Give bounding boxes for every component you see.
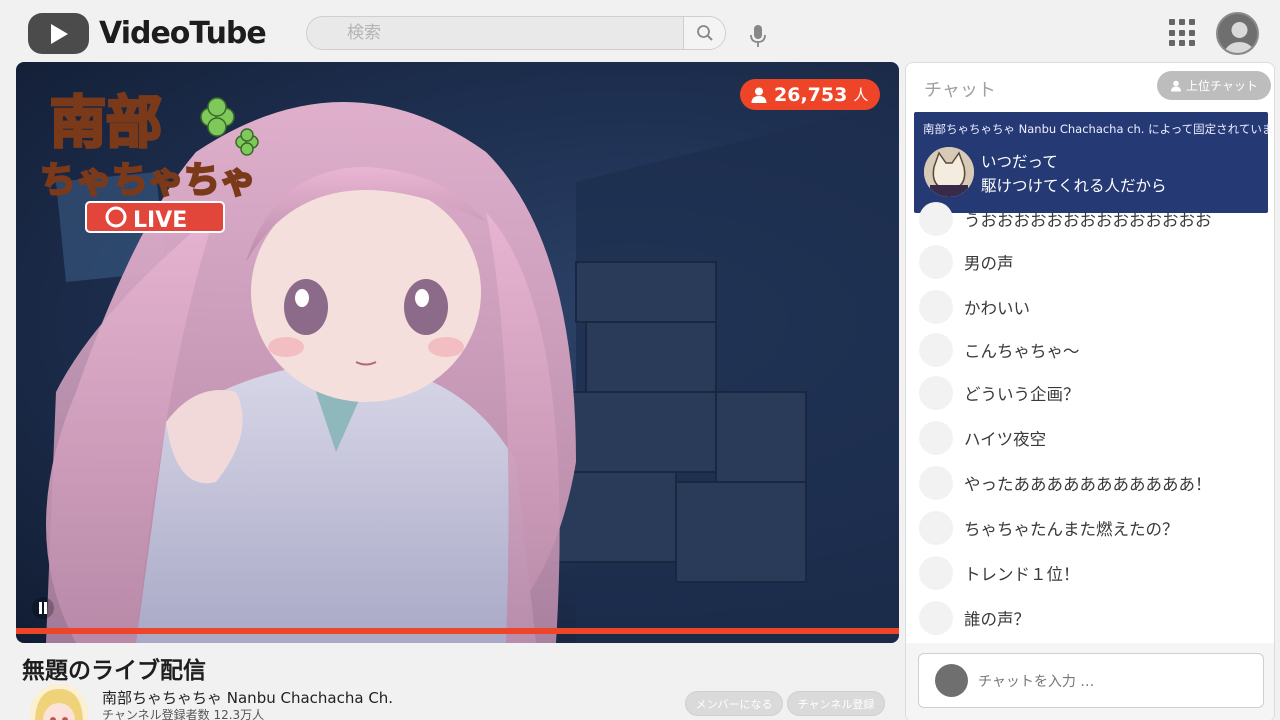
search-button[interactable] <box>683 17 725 49</box>
search-icon <box>696 25 713 41</box>
character-avatar-icon <box>30 684 88 720</box>
message-avatar <box>919 202 953 236</box>
chat-message: かわいい <box>919 290 1030 324</box>
chat-input-placeholder: チャットを入力 … <box>978 673 1095 690</box>
chat-message: ちゃちゃたんまた燃えたの？ <box>919 511 1179 545</box>
live-label: LIVE <box>133 208 187 233</box>
pinned-author-avatar <box>924 147 974 197</box>
pinned-by-label: 南部ちゃちゃちゃ Nanbu Chachacha ch. によって固定されていま… <box>923 122 1275 136</box>
chat-input-field[interactable]: チャットを入力 … <box>918 653 1264 708</box>
person-icon <box>751 87 767 103</box>
message-text: うおおおおおおおおおおおおおお <box>964 211 1212 230</box>
cat-avatar-icon <box>924 147 974 197</box>
chat-input-area: チャットを入力 … <box>906 643 1274 720</box>
message-avatar <box>919 466 953 500</box>
pause-button[interactable] <box>32 597 54 619</box>
message-text: ハイツ夜空 <box>964 430 1047 449</box>
message-text: かわいい <box>964 299 1030 318</box>
microphone-icon[interactable] <box>748 24 768 48</box>
pinned-text: いつだって 駆けつけてくれる人だから <box>981 150 1167 198</box>
message-avatar <box>919 290 953 324</box>
message-avatar <box>919 333 953 367</box>
message-text: トレンド１位！ <box>964 565 1080 584</box>
channel-live-logo: LIVE 南部 ちゃちゃちゃ <box>39 90 259 233</box>
chat-message: 誰の声？ <box>919 601 1030 635</box>
search-bar <box>306 16 726 50</box>
top-bar: VideoTube <box>0 0 1280 62</box>
message-text: 男の声 <box>964 254 1014 273</box>
channel-avatar[interactable] <box>30 684 88 720</box>
user-silhouette-icon <box>1224 22 1255 53</box>
video-title: 無題のライブ配信 <box>22 658 206 684</box>
subscribe-button[interactable]: チャンネル登録 <box>787 691 885 716</box>
pinned-message: 南部ちゃちゃちゃ Nanbu Chachacha ch. によって固定されていま… <box>914 112 1274 213</box>
chat-message: ハイツ夜空 <box>919 421 1046 455</box>
play-logo-icon <box>28 13 89 54</box>
user-avatar <box>935 664 968 697</box>
video-player[interactable]: LIVE 南部 ちゃちゃちゃ 26,753 人 <box>16 62 899 643</box>
logo-line1: 南部 <box>50 91 162 156</box>
chat-message: トレンド１位！ <box>919 556 1080 590</box>
chat-message: やったあああああああああああ！ <box>919 466 1212 500</box>
join-membership-button[interactable]: メンバーになる <box>685 691 783 716</box>
subscriber-count: チャンネル登録者数 12.3万人 <box>102 708 265 720</box>
chat-message: 男の声 <box>919 245 1014 279</box>
message-avatar <box>919 601 953 635</box>
message-text: やったあああああああああああ！ <box>964 475 1212 494</box>
chat-message: こんちゃちゃ〜 <box>919 333 1080 367</box>
logo-line2: ちゃちゃちゃ <box>40 160 256 201</box>
channel-name[interactable]: 南部ちゃちゃちゃ Nanbu Chachacha Ch. <box>102 687 393 708</box>
pinned-line-2: 駆けつけてくれる人だから <box>981 177 1167 195</box>
message-avatar <box>919 245 953 279</box>
progress-bar[interactable] <box>16 628 899 634</box>
site-logo[interactable]: VideoTube <box>28 13 267 54</box>
message-avatar <box>919 511 953 545</box>
person-icon <box>1171 80 1182 91</box>
apps-grid-icon[interactable] <box>1169 19 1197 47</box>
message-avatar <box>919 556 953 590</box>
pinned-line-1: いつだって <box>981 153 1058 171</box>
search-input[interactable] <box>307 17 683 49</box>
live-chat-panel: チャット 上位チャット 南部ちゃちゃちゃ Nanbu Chachacha ch.… <box>905 62 1275 720</box>
message-text: ちゃちゃたんまた燃えたの？ <box>964 520 1179 539</box>
viewer-count-badge: 26,753 人 <box>740 79 881 110</box>
top-chat-dropdown[interactable]: 上位チャット <box>1157 71 1271 100</box>
message-avatar <box>919 376 953 410</box>
account-avatar[interactable] <box>1216 12 1259 55</box>
message-text: どういう企画？ <box>964 385 1080 404</box>
chat-message: どういう企画？ <box>919 376 1080 410</box>
viewer-count: 26,753 <box>774 83 848 106</box>
message-text: こんちゃちゃ〜 <box>964 342 1080 361</box>
chat-message: うおおおおおおおおおおおおおお <box>919 202 1212 236</box>
message-avatar <box>919 421 953 455</box>
viewer-suffix: 人 <box>853 86 869 104</box>
top-chat-label: 上位チャット <box>1186 79 1258 93</box>
message-text: 誰の声？ <box>964 610 1030 629</box>
brand-name: VideoTube <box>99 16 267 51</box>
chat-title: チャット <box>924 80 996 101</box>
